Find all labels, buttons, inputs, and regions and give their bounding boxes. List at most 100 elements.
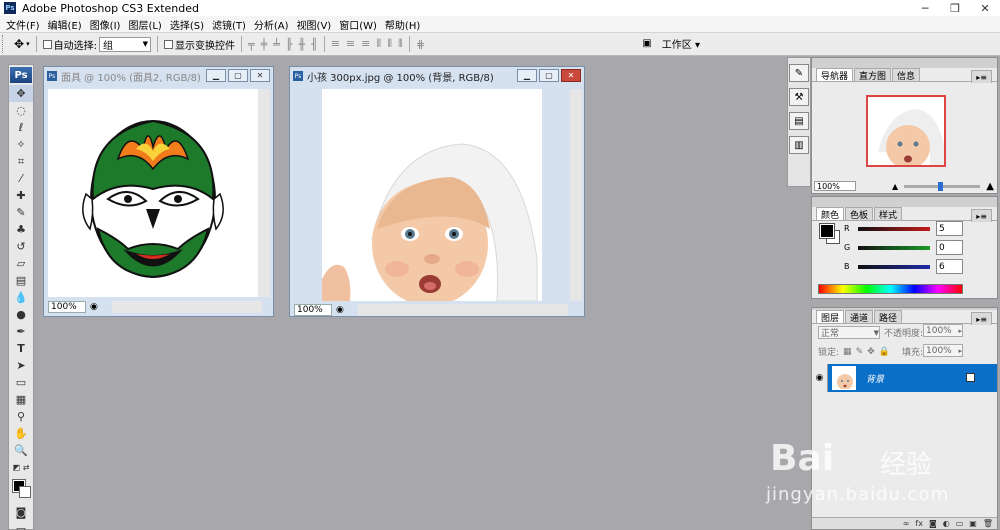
layer-mask-icon[interactable]: ◙ [929, 519, 937, 528]
menu-window[interactable]: 窗口(W) [337, 17, 383, 32]
background-color[interactable] [19, 486, 31, 498]
adjustment-layer-icon[interactable]: ◐ [943, 519, 950, 528]
layer-thumbnail[interactable] [832, 366, 856, 390]
auto-align-icon[interactable]: ⋕ [416, 38, 425, 51]
zoom-tool-icon[interactable]: 🔍 [9, 442, 33, 459]
gradient-tool-icon[interactable]: ▤ [9, 272, 33, 289]
zoom-in-icon[interactable]: ▲ [986, 181, 994, 192]
vertical-scrollbar[interactable] [570, 89, 582, 301]
lasso-tool-icon[interactable]: ℓ [9, 119, 33, 136]
zoom-field[interactable]: 100% [294, 303, 332, 316]
show-transform-check-icon[interactable] [163, 39, 173, 49]
color-spectrum[interactable] [818, 284, 963, 294]
blend-mode-dropdown[interactable]: 正常 ▼ [818, 326, 880, 339]
align-top-icon[interactable]: ╤ [248, 38, 255, 51]
path-select-tool-icon[interactable]: ➤ [9, 357, 33, 374]
horizontal-scrollbar[interactable] [111, 300, 262, 313]
dodge-tool-icon[interactable]: ● [9, 306, 33, 323]
lock-transparency-icon[interactable]: ▦ [843, 347, 852, 357]
document-title-bar[interactable]: Ps 小孩 300px.jpg @ 100% (背景, RGB/8) ▁ ▢ ✕ [290, 67, 584, 85]
history-brush-tool-icon[interactable]: ↺ [9, 238, 33, 255]
new-group-icon[interactable]: ▭ [956, 519, 964, 528]
delete-layer-icon[interactable]: 🗑 [983, 519, 993, 528]
swap-colors-icon[interactable]: ◩ ⇄ [9, 459, 33, 476]
menu-image[interactable]: 图像(I) [88, 17, 127, 32]
bridge-icon[interactable]: ▣ [642, 38, 651, 49]
zoom-slider[interactable] [904, 181, 981, 191]
brush-panel-icon[interactable]: ✎ [789, 64, 809, 82]
zoom-slider-handle[interactable] [937, 181, 943, 191]
distribute-vcenter-icon[interactable]: ≡ [346, 37, 355, 51]
brush-tool-icon[interactable]: ✎ [9, 204, 33, 221]
tab-channels[interactable]: 通道 [845, 310, 874, 324]
tab-swatches[interactable]: 色板 [845, 207, 874, 221]
opacity-field[interactable]: 100% ▸ [923, 324, 963, 337]
tab-color[interactable]: 颜色 [816, 207, 845, 221]
restore-button[interactable]: ❐ [940, 0, 970, 16]
green-slider[interactable] [858, 245, 930, 250]
navigator-preview[interactable] [866, 95, 946, 167]
eyedropper-tool-icon[interactable]: ⚲ [9, 408, 33, 425]
hand-tool-icon[interactable]: ✋ [9, 425, 33, 442]
color-swatches[interactable] [9, 476, 33, 504]
tab-info[interactable]: 信息 [892, 68, 921, 82]
auto-select-check-icon[interactable] [42, 39, 52, 49]
menu-edit[interactable]: 编辑(E) [46, 17, 88, 32]
new-layer-icon[interactable]: ▣ [969, 519, 977, 528]
green-value-field[interactable]: 0 [936, 240, 963, 255]
close-button[interactable]: ✕ [970, 0, 1000, 16]
status-info-icon[interactable]: ◉ [336, 305, 344, 315]
menu-filter[interactable]: 滤镜(T) [210, 17, 252, 32]
doc-close-button[interactable]: ✕ [561, 69, 581, 82]
layer-style-icon[interactable]: fx [915, 519, 923, 528]
notes-tool-icon[interactable]: ▦ [9, 391, 33, 408]
tab-navigator[interactable]: 导航器 [816, 68, 854, 82]
menu-select[interactable]: 选择(S) [168, 17, 210, 32]
auto-select-checkbox[interactable]: 自动选择: [42, 37, 97, 52]
fill-field[interactable]: 100% ▸ [923, 344, 963, 357]
align-vcenter-icon[interactable]: ╪ [261, 38, 268, 51]
move-tool-preset-icon[interactable]: ✥ ▾ [14, 37, 30, 51]
slice-tool-icon[interactable]: ⁄ [9, 170, 33, 187]
move-tool-icon[interactable]: ✥ [9, 85, 33, 102]
lock-pixels-icon[interactable]: ✎ [856, 347, 864, 357]
zoom-field[interactable]: 100% [48, 300, 86, 313]
auto-select-dropdown[interactable]: 组 ▼ [98, 36, 151, 52]
tab-layers[interactable]: 图层 [816, 310, 845, 324]
marquee-tool-icon[interactable]: ◌ [9, 102, 33, 119]
tab-styles[interactable]: 样式 [874, 207, 903, 221]
screen-mode-icon[interactable]: ▭ [9, 521, 33, 530]
distribute-right-icon[interactable]: ⦀ [398, 37, 403, 51]
distribute-left-icon[interactable]: ⦀ [376, 37, 381, 51]
red-slider[interactable] [858, 226, 930, 231]
blue-value-field[interactable]: 6 [936, 259, 963, 274]
crop-tool-icon[interactable]: ⌗ [9, 153, 33, 170]
doc-maximize-button[interactable]: ▢ [228, 69, 248, 82]
align-bottom-icon[interactable]: ╧ [273, 38, 280, 51]
distribute-hcenter-icon[interactable]: ⦀ [387, 37, 392, 51]
menu-help[interactable]: 帮助(H) [383, 17, 426, 32]
vertical-scrollbar[interactable] [258, 89, 270, 297]
menu-view[interactable]: 视图(V) [295, 17, 338, 32]
menu-layer[interactable]: 图层(L) [126, 17, 167, 32]
type-tool-icon[interactable]: T [9, 340, 33, 357]
pen-tool-icon[interactable]: ✒ [9, 323, 33, 340]
layer-name[interactable]: 背景 [866, 372, 884, 385]
quick-mask-icon[interactable]: ◙ [9, 504, 33, 521]
document-window-mask[interactable]: Ps 面具 @ 100% (面具2, RGB/8) ▁ ▢ ✕ 100% ◉ [43, 66, 274, 317]
menu-analysis[interactable]: 分析(A) [252, 17, 295, 32]
tab-histogram[interactable]: 直方图 [854, 68, 892, 82]
history-panel-icon[interactable]: ▥ [789, 136, 809, 154]
eye-icon[interactable]: ◉ [812, 364, 828, 392]
color-foreground-swatch[interactable] [819, 223, 835, 239]
shape-tool-icon[interactable]: ▭ [9, 374, 33, 391]
align-left-icon[interactable]: ╟ [286, 38, 293, 51]
healing-brush-tool-icon[interactable]: ✚ [9, 187, 33, 204]
align-hcenter-icon[interactable]: ╫ [298, 38, 305, 51]
distribute-bottom-icon[interactable]: ≡ [361, 37, 370, 51]
doc-close-button[interactable]: ✕ [250, 69, 270, 82]
link-layers-icon[interactable]: ∞ [903, 519, 910, 528]
magic-wand-tool-icon[interactable]: ✧ [9, 136, 33, 153]
tab-paths[interactable]: 路径 [874, 310, 903, 324]
menu-file[interactable]: 文件(F) [4, 17, 46, 32]
